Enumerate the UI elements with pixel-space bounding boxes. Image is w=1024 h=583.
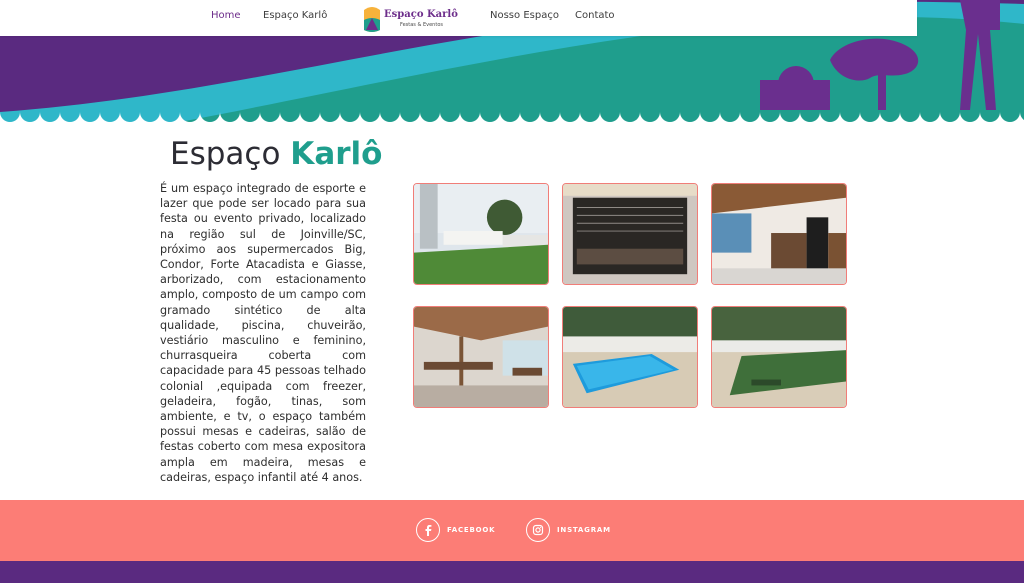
photo-pool-image	[563, 307, 697, 407]
photo-lawn-image	[414, 184, 548, 284]
photo-grill-image	[563, 184, 697, 284]
photo-court-image	[712, 307, 846, 407]
gallery-photo-grill[interactable]	[562, 183, 698, 285]
page-title: Espaço Karlô	[170, 136, 382, 172]
facebook-link[interactable]: FACEBOOK	[416, 517, 495, 543]
gallery-photo-kitchen[interactable]	[711, 183, 847, 285]
nav-espaco-karlo-link[interactable]: Espaço Karlô	[263, 10, 327, 21]
description-paragraph: É um espaço integrado de esporte e lazer…	[160, 182, 366, 484]
instagram-icon	[526, 518, 550, 542]
gallery-photo-court[interactable]	[711, 306, 847, 408]
site-logo[interactable]: Espaço Karlô Festas & Eventos	[362, 4, 458, 34]
footer: FACEBOOK INSTAGRAM	[0, 500, 1024, 561]
gallery-photo-hall[interactable]	[413, 306, 549, 408]
hero-banner: Home Espaço Karlô Espaço Karlô Festas & …	[0, 0, 1024, 122]
photo-hall-image	[414, 307, 548, 407]
nav-contato-link[interactable]: Contato	[575, 10, 615, 21]
title-part-accent: Karlô	[290, 136, 383, 172]
logo-emblem-icon	[364, 7, 380, 32]
facebook-label: FACEBOOK	[447, 526, 496, 534]
logo-title: Espaço Karlô	[384, 9, 458, 20]
title-part-plain: Espaço	[170, 136, 281, 172]
facebook-icon	[416, 518, 440, 542]
photo-kitchen-image	[712, 184, 846, 284]
nav-nosso-espaco-link[interactable]: Nosso Espaço	[490, 10, 559, 21]
nav-home-link[interactable]: Home	[211, 10, 241, 21]
gallery-photo-lawn[interactable]	[413, 183, 549, 285]
gallery-photo-pool[interactable]	[562, 306, 698, 408]
logo-subtitle: Festas & Eventos	[400, 22, 443, 28]
instagram-link[interactable]: INSTAGRAM	[526, 517, 611, 543]
top-navbar: Home Espaço Karlô Espaço Karlô Festas & …	[0, 0, 917, 36]
instagram-label: INSTAGRAM	[557, 526, 611, 534]
footer-bottom-bar	[0, 561, 1024, 583]
